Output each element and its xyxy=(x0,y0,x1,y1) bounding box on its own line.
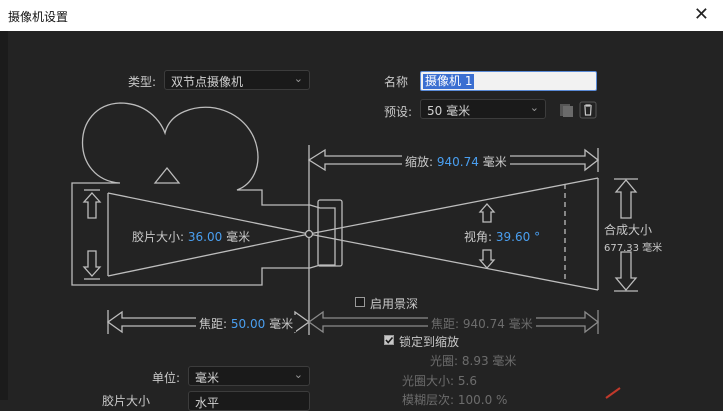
comp-label: 合成大小 xyxy=(604,223,653,237)
film-unit: 毫米 xyxy=(226,230,251,244)
chevron-down-icon: ⌄ xyxy=(529,101,539,114)
focal-readout: 焦距: 50.00 毫米 xyxy=(196,315,297,332)
trash-icon[interactable] xyxy=(579,101,597,119)
fstop-label: 光圈大小: xyxy=(402,374,455,388)
aperture-label: 光圈: xyxy=(430,354,459,368)
aperture-unit: 毫米 xyxy=(492,354,517,368)
red-mark-icon xyxy=(605,387,621,399)
units-label: 单位: xyxy=(152,371,181,385)
zoom-unit: 毫米 xyxy=(482,155,507,169)
focus-dist-unit: 毫米 xyxy=(508,317,533,331)
settings-panel xyxy=(8,31,719,400)
focal-label: 焦距: xyxy=(199,317,228,331)
zoom-label: 缩放: xyxy=(405,155,434,169)
blur-value: 100.0 % xyxy=(457,393,508,407)
aperture-value: 8.93 xyxy=(461,354,489,368)
window-title: 摄像机设置 xyxy=(8,10,69,24)
dof-checkbox[interactable] xyxy=(355,297,365,307)
aperture-readout: 光圈: 8.93 毫米 xyxy=(430,352,516,369)
focus-dist-readout: 焦距: 940.74 毫米 xyxy=(428,315,536,332)
film-measure-value: 水平 xyxy=(195,396,220,410)
type-dropdown[interactable]: 双节点摄像机 ⌄ xyxy=(164,70,310,90)
chevron-down-icon: ⌄ xyxy=(293,72,303,85)
preset-label: 预设: xyxy=(384,105,413,119)
type-label: 类型: xyxy=(128,75,157,89)
name-label: 名称 xyxy=(384,75,409,89)
name-value: 摄像机 1 xyxy=(423,74,475,89)
film-measure-dropdown[interactable]: 水平 xyxy=(188,391,310,411)
focus-dist-value: 940.74 xyxy=(462,317,505,331)
save-preset-icon[interactable] xyxy=(557,101,575,119)
units-dropdown[interactable]: 毫米 ⌄ xyxy=(188,366,310,386)
fstop-value: 5.6 xyxy=(457,374,477,388)
zoom-value[interactable]: 940.74 xyxy=(437,155,479,169)
film-value[interactable]: 36.00 xyxy=(188,230,222,244)
film-measure-label: 胶片大小 xyxy=(102,394,151,408)
dof-label: 启用景深 xyxy=(370,297,419,311)
focal-value[interactable]: 50.00 xyxy=(231,317,265,331)
film-label: 胶片大小: xyxy=(132,230,185,244)
angle-label: 视角: xyxy=(464,230,493,244)
fstop-readout: 光圈大小: 5.6 xyxy=(402,372,477,389)
film-readout: 胶片大小: 36.00 毫米 xyxy=(130,228,253,245)
angle-value[interactable]: 39.60 xyxy=(496,230,530,244)
blur-label: 模糊层次: xyxy=(402,393,455,407)
lock-zoom-label: 锁定到缩放 xyxy=(399,335,460,349)
chevron-down-icon: ⌄ xyxy=(293,368,303,381)
zoom-readout: 缩放: 940.74 毫米 xyxy=(402,153,510,170)
type-value: 双节点摄像机 xyxy=(171,75,244,89)
left-edge xyxy=(0,31,8,400)
comp-value: 677.33 毫米 xyxy=(604,243,663,254)
preset-dropdown[interactable]: 50 毫米 ⌄ xyxy=(420,99,546,119)
close-icon[interactable]: ✕ xyxy=(694,4,709,25)
angle-unit: ° xyxy=(534,230,541,244)
focus-dist-label: 焦距: xyxy=(431,317,460,331)
units-value: 毫米 xyxy=(195,371,220,385)
angle-readout: 视角: 39.60 ° xyxy=(462,228,543,245)
lock-zoom-checkbox[interactable] xyxy=(384,335,394,345)
name-input[interactable]: 摄像机 1 xyxy=(420,71,597,91)
focal-unit: 毫米 xyxy=(269,317,294,331)
preset-value: 50 毫米 xyxy=(427,104,471,118)
title-bar: 摄像机设置 ✕ xyxy=(0,0,723,31)
